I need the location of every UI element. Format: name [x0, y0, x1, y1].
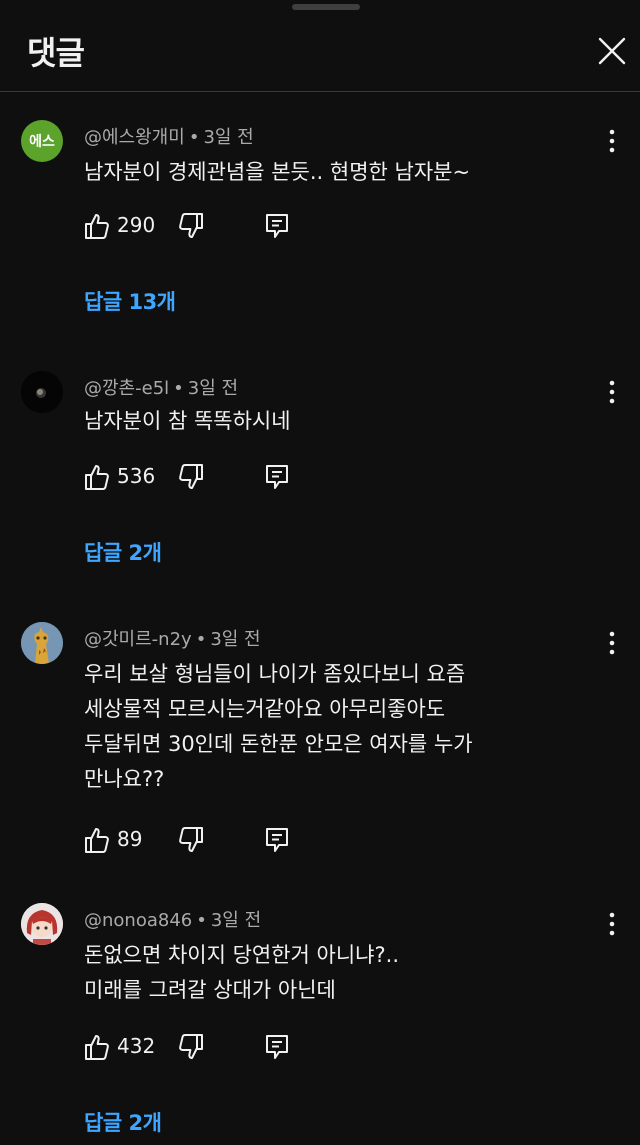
page-title: 댓글 — [27, 34, 85, 72]
comment-item: @깡촌-e5l • 3일 전 남자분이 참 똑똑하시네 536 답글 2개 — [0, 361, 640, 571]
thumbs-up-icon — [85, 1035, 109, 1060]
avatar-image — [21, 371, 63, 413]
dislike-button[interactable] — [178, 212, 204, 240]
comment-author[interactable]: @nonoa846 — [84, 910, 192, 931]
comment-author[interactable]: @갓미르-n2y — [84, 629, 192, 650]
view-replies-link[interactable]: 답글 13개 — [84, 286, 176, 316]
comment-actions: 89 — [84, 826, 304, 858]
like-count: 290 — [117, 213, 156, 237]
reply-comment-icon — [266, 828, 288, 852]
avatar-image — [21, 622, 63, 664]
reply-comment-icon — [266, 465, 288, 489]
comment-text-line: 돈없으면 차이지 당연한거 아니냐?.. — [84, 943, 400, 967]
comment-time: 3일 전 — [210, 629, 261, 650]
more-vert-icon — [609, 380, 615, 404]
more-vert-icon — [609, 631, 615, 655]
avatar-image — [21, 903, 63, 945]
more-vert-icon — [609, 129, 615, 153]
comment-text: 남자분이 참 똑똑하시네 — [84, 404, 554, 439]
more-options-button[interactable] — [600, 377, 624, 407]
reply-button[interactable] — [265, 464, 289, 490]
reply-comment-icon — [266, 1035, 288, 1059]
like-count: 432 — [117, 1034, 156, 1058]
more-options-button[interactable] — [600, 909, 624, 939]
close-icon — [598, 37, 626, 65]
comment-text-line: 남자분이 경제관념을 본듯.. 현명한 남자분~ — [84, 160, 471, 184]
comment-text-line: 두달뒤면 30인데 돈한푼 안모은 여자를 누가 — [84, 732, 473, 756]
dislike-button[interactable] — [178, 463, 204, 491]
like-button[interactable] — [84, 1033, 110, 1061]
like-count: 89 — [117, 827, 143, 851]
like-button[interactable] — [84, 463, 110, 491]
comment-item: @nonoa846 • 3일 전 돈없으면 차이지 당연한거 아니냐?.. 미래를 … — [0, 893, 640, 1143]
comment-text-line: 남자분이 참 똑똑하시네 — [84, 409, 291, 433]
reply-button[interactable] — [265, 1034, 289, 1060]
comment-meta: @깡촌-e5l • 3일 전 — [84, 378, 239, 399]
comment-time: 3일 전 — [187, 378, 239, 399]
more-vert-icon — [609, 912, 615, 936]
dislike-button[interactable] — [178, 826, 204, 854]
thumbs-down-icon — [179, 1034, 203, 1059]
avatar-text: 에스 — [29, 134, 55, 150]
comment-text-line: 우리 보살 형님들이 나이가 좀있다보니 요즘 — [84, 662, 466, 686]
comment-meta: @에스왕개미 • 3일 전 — [84, 127, 254, 148]
thumbs-down-icon — [179, 827, 203, 852]
comment-actions: 432 — [84, 1033, 304, 1065]
avatar[interactable]: 에스 — [21, 120, 63, 162]
comment-author[interactable]: @깡촌-e5l — [84, 378, 169, 399]
avatar[interactable] — [21, 371, 63, 413]
like-button[interactable] — [84, 212, 110, 240]
like-count: 536 — [117, 464, 156, 488]
comment-text-line: 미래를 그려갈 상대가 아닌데 — [84, 978, 336, 1002]
thumbs-up-icon — [85, 214, 109, 239]
comment-item: @갓미르-n2y • 3일 전 우리 보살 형님들이 나이가 좀있다보니 요즘 세상… — [0, 612, 640, 862]
comments-header: 댓글 — [0, 0, 640, 92]
comment-text: 남자분이 경제관념을 본듯.. 현명한 남자분~ — [84, 155, 554, 190]
view-replies-link[interactable]: 답글 2개 — [84, 537, 162, 567]
thumbs-up-icon — [85, 465, 109, 490]
thumbs-down-icon — [179, 213, 203, 238]
reply-comment-icon — [266, 214, 288, 238]
dislike-button[interactable] — [178, 1033, 204, 1061]
close-button[interactable] — [594, 33, 630, 69]
thumbs-down-icon — [179, 464, 203, 489]
avatar[interactable] — [21, 903, 63, 945]
like-button[interactable] — [84, 826, 110, 854]
comment-actions: 536 — [84, 463, 304, 495]
thumbs-up-icon — [85, 828, 109, 853]
comment-text-line: 세상물적 모르시는거같아요 아무리좋아도 — [84, 697, 446, 721]
more-options-button[interactable] — [600, 628, 624, 658]
view-replies-link[interactable]: 답글 2개 — [84, 1107, 162, 1137]
comment-text: 우리 보살 형님들이 나이가 좀있다보니 요즘 세상물적 모르시는거같아요 아무… — [84, 657, 554, 797]
comment-time: 3일 전 — [203, 127, 254, 148]
reply-button[interactable] — [265, 213, 289, 239]
reply-button[interactable] — [265, 827, 289, 853]
comment-actions: 290 — [84, 212, 304, 244]
avatar[interactable] — [21, 622, 63, 664]
comment-author[interactable]: @에스왕개미 — [84, 127, 185, 148]
comment-meta: @nonoa846 • 3일 전 — [84, 910, 262, 931]
more-options-button[interactable] — [600, 126, 624, 156]
comment-time: 3일 전 — [210, 910, 262, 931]
comment-meta: @갓미르-n2y • 3일 전 — [84, 629, 261, 650]
comment-text: 돈없으면 차이지 당연한거 아니냐?.. 미래를 그려갈 상대가 아닌데 — [84, 938, 554, 1008]
comment-text-line: 만나요?? — [84, 767, 165, 791]
comment-item: 에스 @에스왕개미 • 3일 전 남자분이 경제관념을 본듯.. 현명한 남자분~ … — [0, 110, 640, 320]
